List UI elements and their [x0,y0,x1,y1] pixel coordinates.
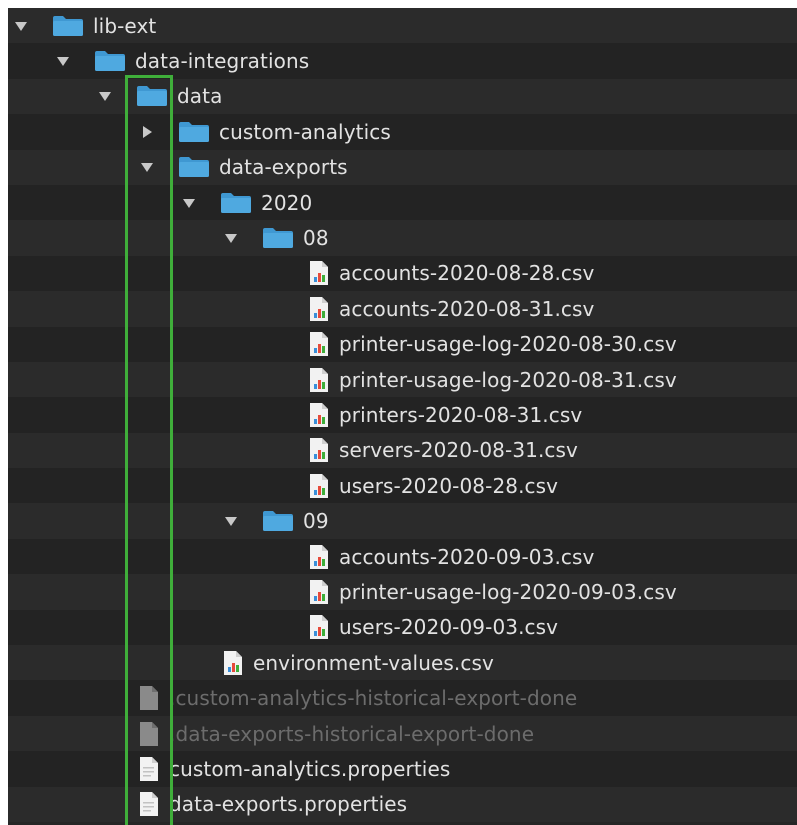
disclosure-expanded-icon[interactable] [140,160,154,174]
tree-row-hidden-file[interactable]: .custom-analytics-historical-export-done [8,680,797,716]
tree-item-label: printer-usage-log-2020-08-31.csv [339,367,677,392]
tree-row-hidden-file[interactable]: .data-exports-historical-export-done [8,715,797,752]
csv-file-icon [310,296,328,321]
csv-file-icon [310,615,328,640]
disclosure-expanded-icon[interactable] [224,231,238,245]
tree-row-08[interactable]: 08 [8,220,797,256]
tree-row-2020[interactable]: 2020 [8,184,797,221]
tree-item-label: 09 [303,509,329,534]
tree-item-label: accounts-2020-09-03.csv [339,544,595,569]
tree-item-label: data-exports [219,155,348,180]
tree-item-label: users-2020-08-28.csv [339,473,559,498]
tree-item-label: custom-analytics.properties [169,756,451,781]
tree-item-label: data-integrations [135,49,310,74]
tree-row-file[interactable]: printer-usage-log-2020-08-31.csv [8,361,797,398]
folder-icon [221,192,251,213]
tree-item-label: custom-analytics [219,119,391,144]
tree-row-file[interactable]: accounts-2020-09-03.csv [8,538,797,575]
folder-icon [95,51,125,72]
csv-file-icon [224,650,242,675]
tree-row-file[interactable]: printer-usage-log-2020-09-03.csv [8,574,797,610]
folder-icon [263,511,293,532]
text-file-icon [140,792,158,817]
folder-icon [53,15,83,36]
file-tree: lib-ext data-integrations data custom-an… [8,8,797,822]
tree-row-file[interactable]: accounts-2020-08-28.csv [8,255,797,292]
csv-file-icon [310,579,328,604]
folder-icon [137,86,167,107]
tree-item-label: users-2020-09-03.csv [339,615,559,640]
disclosure-expanded-icon[interactable] [14,19,28,33]
tree-item-label: data [177,84,223,109]
csv-file-icon [310,473,328,498]
csv-file-icon [310,332,328,357]
disclosure-collapsed-icon[interactable] [140,125,154,139]
generic-file-icon [140,686,158,711]
tree-row-properties-file[interactable]: custom-analytics.properties [8,751,797,787]
tree-item-label: printers-2020-08-31.csv [339,402,583,427]
tree-item-label: servers-2020-08-31.csv [339,438,578,463]
disclosure-expanded-icon[interactable] [224,514,238,528]
tree-item-label: 08 [303,226,329,251]
text-file-icon [140,756,158,781]
file-explorer: file egrations/ lib-ext data-integration… [8,8,797,825]
tree-item-label: accounts-2020-08-28.csv [339,261,595,286]
disclosure-expanded-icon[interactable] [98,89,112,103]
tree-row-lib-ext[interactable]: lib-ext [8,8,797,44]
tree-row-data-integrations[interactable]: data-integrations [8,43,797,79]
tree-row-file[interactable]: users-2020-09-03.csv [8,609,797,646]
csv-file-icon [310,544,328,569]
csv-file-icon [310,402,328,427]
csv-file-icon [310,438,328,463]
tree-item-label: data-exports.properties [169,792,408,817]
generic-file-icon [140,721,158,746]
tree-item-label: printer-usage-log-2020-08-30.csv [339,332,677,357]
tree-item-label: accounts-2020-08-31.csv [339,296,595,321]
tree-item-label: lib-ext [93,13,157,38]
folder-icon [179,157,209,178]
tree-row-file[interactable]: users-2020-08-28.csv [8,468,797,504]
tree-row-file[interactable]: printer-usage-log-2020-08-30.csv [8,326,797,362]
tree-item-label: .data-exports-historical-export-done [169,721,535,746]
tree-row-file[interactable]: servers-2020-08-31.csv [8,432,797,469]
tree-item-label: 2020 [261,190,313,215]
tree-item-label: .custom-analytics-historical-export-done [169,686,578,711]
tree-row-properties-file[interactable]: data-exports.properties [8,786,797,822]
disclosure-expanded-icon[interactable] [56,54,70,68]
tree-row-data[interactable]: data [8,78,797,115]
tree-item-label: environment-values.csv [253,650,494,675]
tree-row-data-exports[interactable]: data-exports [8,149,797,185]
tree-row-file[interactable]: printers-2020-08-31.csv [8,397,797,433]
tree-row-file[interactable]: environment-values.csv [8,645,797,681]
disclosure-expanded-icon[interactable] [182,196,196,210]
folder-icon [263,228,293,249]
tree-item-label: printer-usage-log-2020-09-03.csv [339,579,677,604]
csv-file-icon [310,367,328,392]
folder-icon [179,121,209,142]
csv-file-icon [310,261,328,286]
tree-row-09[interactable]: 09 [8,503,797,539]
tree-row-file[interactable]: accounts-2020-08-31.csv [8,291,797,327]
tree-row-custom-analytics[interactable]: custom-analytics [8,114,797,150]
